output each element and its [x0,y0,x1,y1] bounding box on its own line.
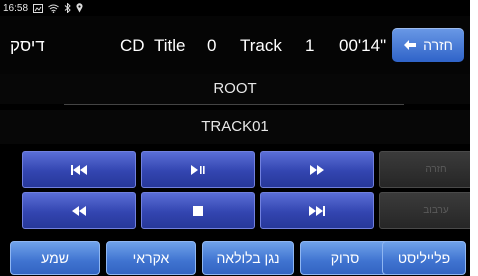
shuffle-label: ערבוב [423,205,449,216]
random-label: אקראי [132,250,170,266]
bluetooth-icon [64,3,71,13]
next-track-button[interactable] [260,192,374,229]
header-bar: דיסק CD Title 0 Track 1 00'14" חזרה [0,16,470,74]
rewind-button[interactable] [22,192,136,229]
playlist-button[interactable]: פלייליסט [382,241,466,275]
repeat-button-disabled: חזרה [379,151,470,188]
previous-track-icon [71,164,87,175]
location-icon [76,3,83,13]
screenshot-icon [33,3,44,13]
play-pause-button[interactable] [141,151,255,188]
audio-button[interactable]: שמע [10,241,100,275]
fast-forward-icon [310,164,324,175]
next-track-icon [309,205,325,216]
rewind-icon [72,205,86,216]
title-label: Title [154,36,186,55]
back-button[interactable]: חזרה [392,28,464,62]
stop-icon [193,205,203,216]
play-pause-icon [191,164,205,175]
stop-button[interactable] [141,192,255,229]
shuffle-button-disabled: ערבוב [379,192,470,229]
back-arrow-icon [404,40,417,50]
status-bar: 16:58 [0,0,470,16]
track-name: TRACK01 [0,110,470,144]
repeat-label: חזרה [425,164,447,175]
audio-label: שמע [41,250,69,266]
playlist-label: פלייליסט [397,250,451,266]
scan-button[interactable]: סרוק [300,241,390,275]
wifi-icon [48,4,59,13]
folder-name: ROOT [0,74,470,104]
previous-track-button[interactable] [22,151,136,188]
cd-player-screen: 16:58 דיסק CD Title 0 Track 1 00'14" חזר… [0,0,470,276]
random-button[interactable]: אקראי [106,241,196,275]
track-number: 1 [305,36,315,55]
title-number: 0 [207,36,217,55]
status-time: 16:58 [3,2,29,14]
fast-forward-button[interactable] [260,151,374,188]
divider [64,104,404,105]
elapsed-time: 00'14" [339,36,387,55]
media-type: CD [120,36,145,55]
scan-label: סרוק [330,250,360,266]
back-label: חזרה [423,37,453,53]
track-label: Track [240,36,282,55]
loop-play-button[interactable]: נגן בלולאה [202,241,294,275]
source-label: דיסק [10,36,45,55]
loop-play-label: נגן בלולאה [216,250,280,266]
